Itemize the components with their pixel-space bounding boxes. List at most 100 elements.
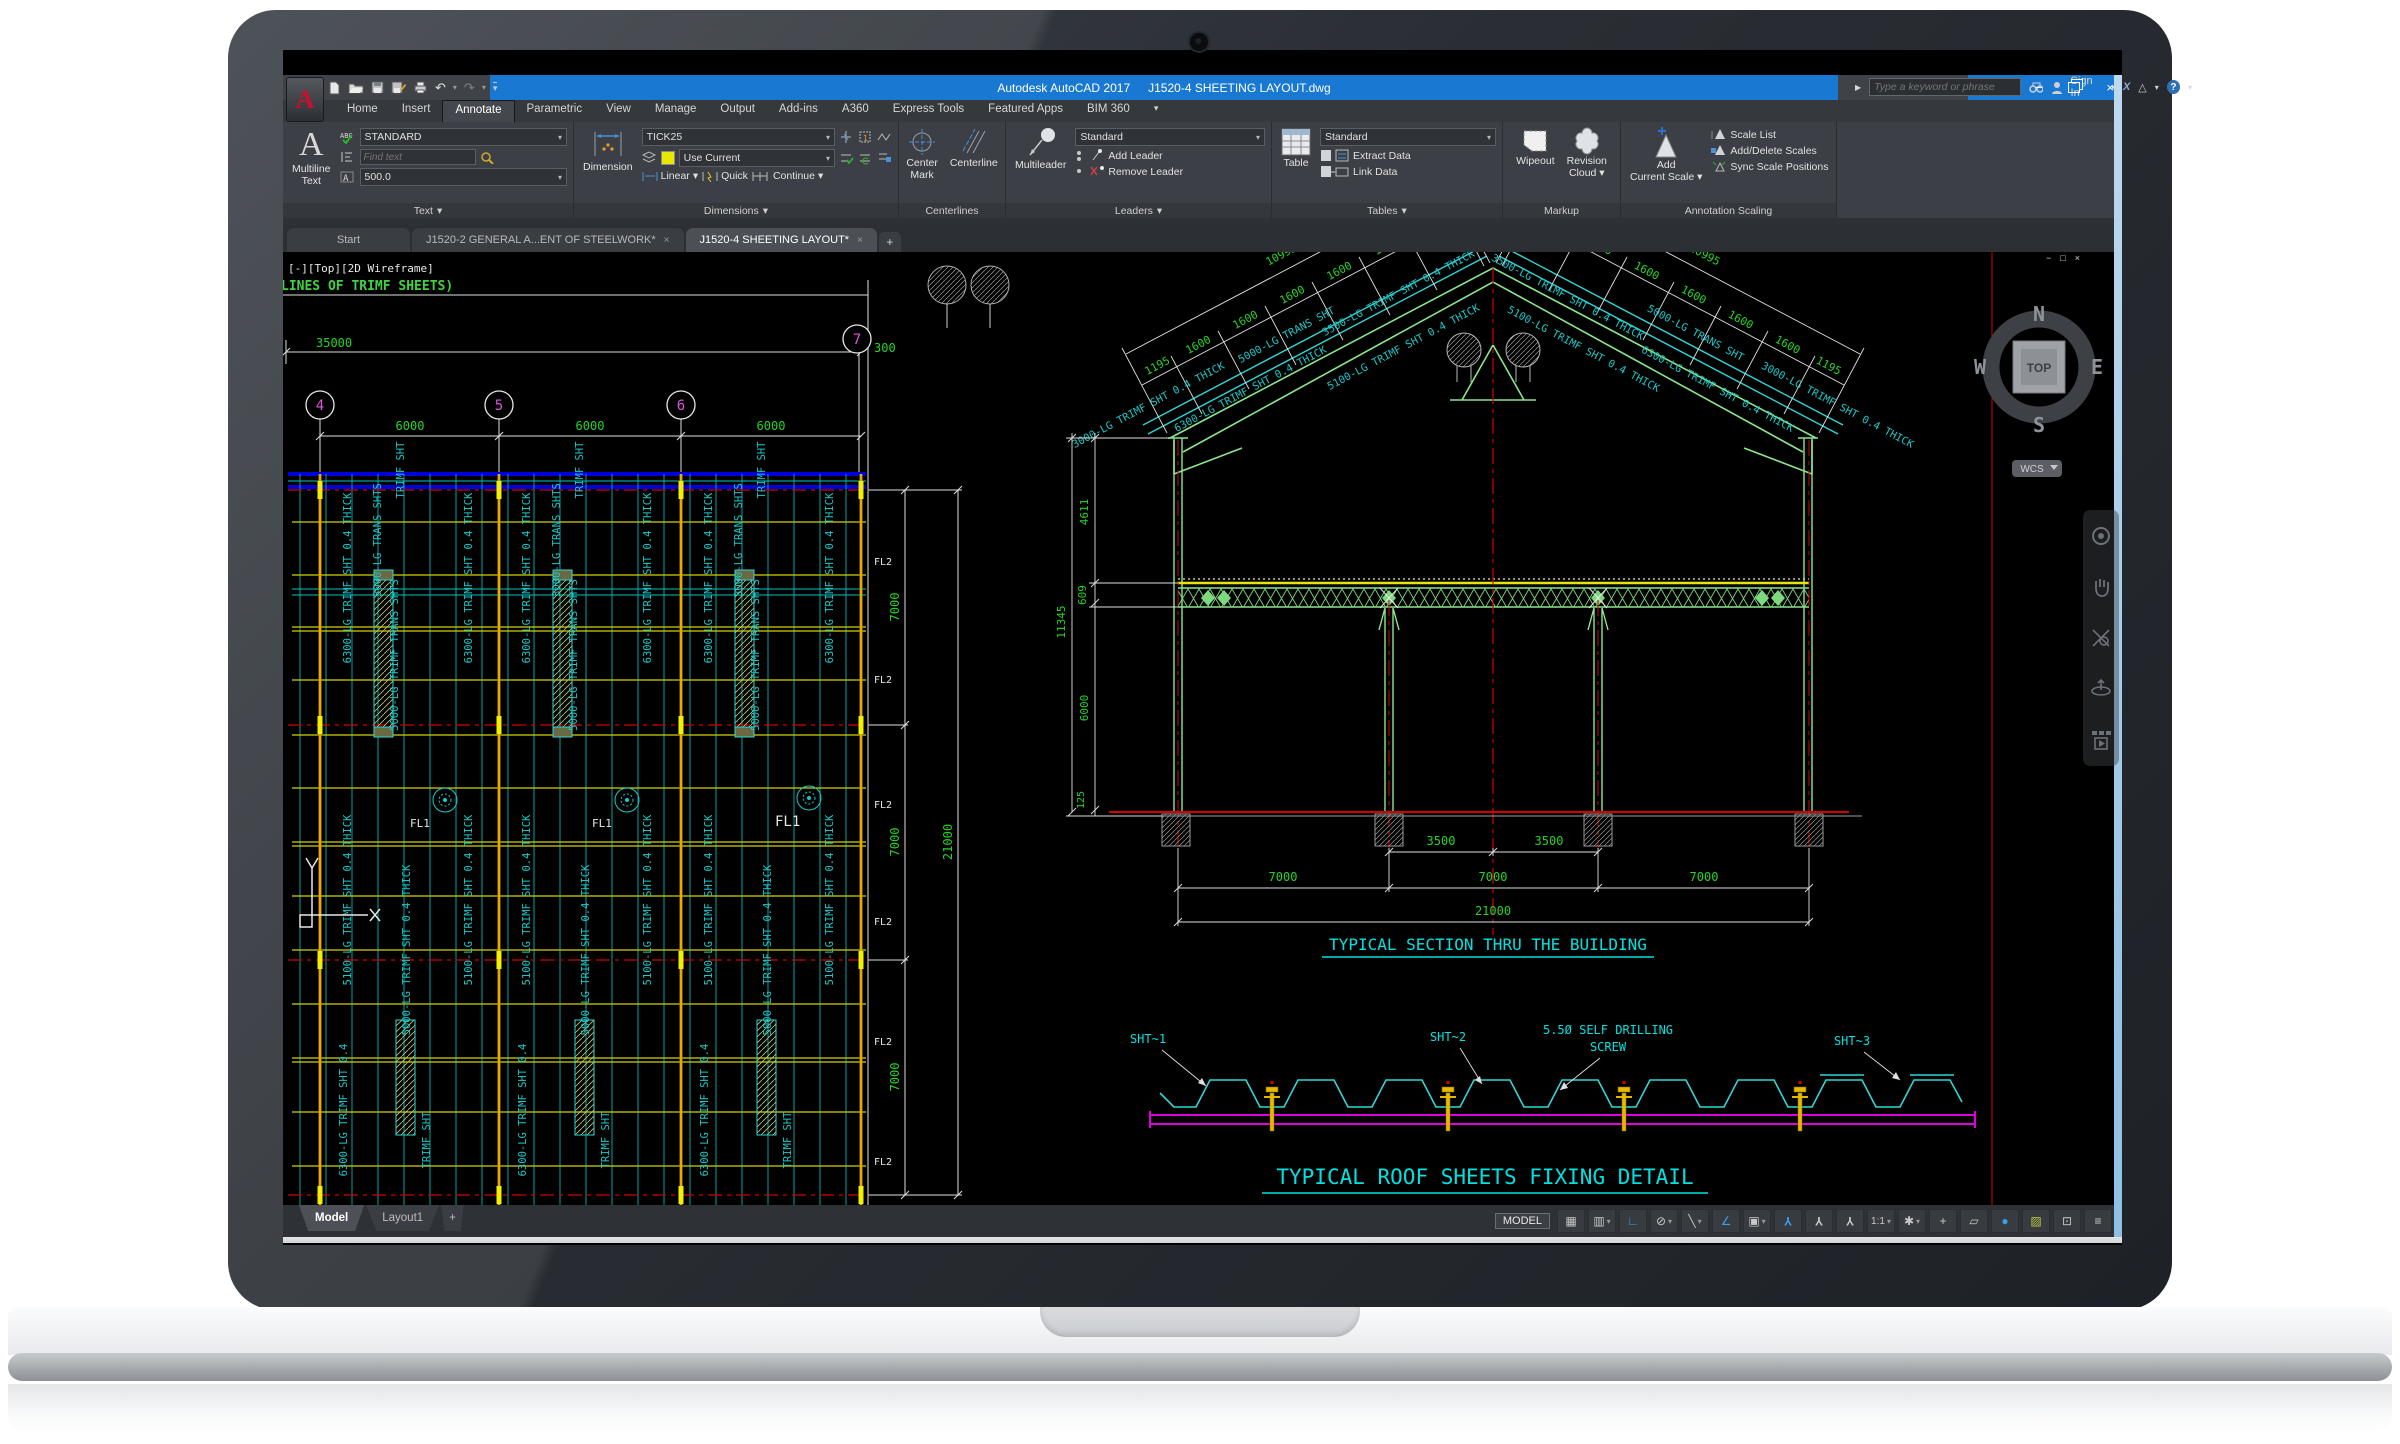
continue-dim-button[interactable]: Continue▾ [752, 170, 823, 182]
exchange-apps-icon[interactable]: X [2123, 81, 2130, 93]
panel-label-tables[interactable]: Tables▾ [1272, 203, 1502, 218]
orbit-icon[interactable] [2090, 678, 2112, 700]
panel-label-leaders[interactable]: Leaders▾ [1006, 203, 1271, 218]
text-style-combo[interactable]: STANDARD▾ [360, 128, 567, 146]
file-tab-steelwork[interactable]: J1520-2 GENERAL A...ENT OF STEELWORK*× [412, 228, 684, 252]
viewcube[interactable]: TOP N S W E WCS [1970, 295, 2110, 495]
multileader-button[interactable]: Multileader [1012, 126, 1069, 203]
pan-icon[interactable] [2090, 576, 2112, 598]
vp-close-icon[interactable]: × [2075, 253, 2080, 263]
status-menu-icon[interactable]: ≡ [2084, 1209, 2112, 1233]
panel-label-markup[interactable]: Markup [1503, 203, 1620, 218]
wcs-dropdown[interactable]: WCS [2012, 460, 2062, 477]
isolate-objects-icon[interactable]: ▱ [1960, 1209, 1988, 1233]
file-tab-sheeting[interactable]: J1520-4 SHEETING LAYOUT*× [686, 228, 877, 252]
isodraft-icon[interactable]: ╲▾ [1681, 1209, 1709, 1233]
plot-icon[interactable] [413, 81, 428, 94]
layout1-tab[interactable]: Layout1 [366, 1205, 439, 1231]
qat-customize-icon[interactable]: ▾ [493, 82, 498, 94]
close-tab-icon[interactable]: × [857, 235, 863, 246]
model-tab[interactable]: Model [299, 1205, 364, 1231]
vp-restore-icon[interactable]: □ [2060, 253, 2065, 263]
tab-output[interactable]: Output [708, 100, 767, 122]
revision-cloud-button[interactable]: RevisionCloud ▾ [1564, 126, 1610, 203]
add-current-scale-button[interactable]: AddCurrent Scale ▾ [1627, 126, 1705, 203]
tab-bim360[interactable]: BIM 360 [1075, 100, 1142, 122]
text-height-combo[interactable]: 500.0▾ [360, 168, 567, 186]
dim-layer-combo[interactable]: Use Current▾ [679, 149, 835, 167]
center-mark-button[interactable]: CenterMark [903, 126, 941, 203]
add-delete-scales-button[interactable]: Add/Delete Scales [1711, 144, 1830, 157]
tab-view[interactable]: View [594, 100, 643, 122]
quick-dim-button[interactable]: Quick [702, 170, 748, 182]
table-button[interactable]: Table [1278, 126, 1314, 203]
nav-wheel-icon[interactable] [2090, 525, 2112, 547]
sync-scale-positions-button[interactable]: Sync Scale Positions [1711, 160, 1830, 173]
autoscale-icon[interactable]: Y [1805, 1209, 1833, 1233]
multiline-text-button[interactable]: A MultilineText [289, 126, 334, 203]
drawing-canvas[interactable]: [-][Top][2D Wireframe] LINES OF TRIMF SH… [283, 252, 2122, 1205]
close-button[interactable]: × [2106, 80, 2114, 95]
a360-dropdown-icon[interactable]: ▾ [2155, 83, 2159, 92]
add-layout-button[interactable]: + [441, 1205, 464, 1231]
tab-manage[interactable]: Manage [643, 100, 709, 122]
save-icon[interactable] [371, 81, 384, 94]
trusted-autodesk-icon[interactable]: ▨ [2022, 1209, 2050, 1233]
dim-check-icon[interactable] [839, 151, 854, 165]
linear-dim-button[interactable]: Linear▾ [642, 170, 698, 182]
clean-screen-icon[interactable]: ⊡ [2053, 1209, 2081, 1233]
dim-adjust-icon[interactable]: 1 [858, 130, 873, 144]
undo-dropdown-icon[interactable]: ▾ [453, 83, 457, 92]
tab-featured-apps[interactable]: Featured Apps [976, 100, 1075, 122]
new-file-icon[interactable] [328, 81, 341, 95]
annotation-scale-icon[interactable]: Y [1836, 1209, 1864, 1233]
panel-label-dimensions[interactable]: Dimensions▾ [574, 203, 898, 218]
ortho-icon[interactable]: ∟ [1619, 1209, 1647, 1233]
redo-icon[interactable]: ↷ [464, 80, 475, 96]
help-icon[interactable]: ? [2167, 80, 2180, 94]
close-tab-icon[interactable]: × [664, 235, 670, 246]
grid-icon[interactable]: ▥▾ [1588, 1209, 1616, 1233]
panel-label-annotation-scaling[interactable]: Annotation Scaling [1621, 203, 1836, 218]
dim-update-icon[interactable] [858, 151, 873, 165]
wipeout-button[interactable]: Wipeout [1513, 126, 1558, 203]
a360-icon[interactable]: △ [2138, 81, 2146, 94]
spell-check-icon[interactable]: ABC [340, 130, 356, 144]
panel-label-centerlines[interactable]: Centerlines [899, 203, 1005, 218]
tab-insert[interactable]: Insert [390, 100, 443, 122]
tab-express-tools[interactable]: Express Tools [881, 100, 976, 122]
leader-style-combo[interactable]: Standard▾ [1075, 128, 1265, 146]
model-space-button[interactable]: MODEL [1495, 1213, 1550, 1229]
open-file-icon[interactable] [348, 81, 364, 94]
tab-addins[interactable]: Add-ins [767, 100, 830, 122]
new-drawing-tab-button[interactable]: + [879, 232, 901, 252]
search-arrow-icon[interactable]: ▶ [1855, 83, 1861, 92]
file-tab-start[interactable]: Start [287, 228, 410, 252]
add-leader-button[interactable]: Add Leader [1075, 149, 1265, 162]
annotation-visibility-icon[interactable]: Y [1774, 1209, 1802, 1233]
vp-minimize-icon[interactable]: − [2046, 253, 2051, 263]
dim-jog-icon[interactable] [877, 130, 892, 144]
panel-label-text[interactable]: Text▾ [283, 203, 573, 218]
ribbon-options-icon[interactable]: ▾ [1142, 100, 1171, 122]
tab-home[interactable]: Home [335, 100, 390, 122]
minimize-button[interactable]: − [2035, 80, 2043, 95]
scale-value[interactable]: 1:1▾ [1867, 1209, 1895, 1233]
dim-style-combo[interactable]: TICK25▾ [642, 128, 835, 146]
viewcube-south[interactable]: S [2033, 413, 2045, 437]
find-text-input[interactable] [360, 149, 476, 165]
dim-override-icon[interactable] [877, 151, 892, 165]
text-align-icon[interactable] [340, 150, 356, 164]
table-style-combo[interactable]: Standard▾ [1320, 128, 1496, 146]
viewport-controls[interactable]: [-][Top][2D Wireframe] [288, 262, 434, 275]
osnap-angle-icon[interactable]: ∠ [1712, 1209, 1740, 1233]
zoom-icon[interactable] [2090, 627, 2112, 649]
workspace-gear-icon[interactable]: ✱▾ [1898, 1209, 1926, 1233]
tab-a360[interactable]: A360 [830, 100, 881, 122]
osnap-icon[interactable]: ▣▾ [1743, 1209, 1771, 1233]
help-dropdown-icon[interactable]: ▾ [2188, 83, 2192, 92]
remove-leader-button[interactable]: Remove Leader [1075, 165, 1265, 178]
viewcube-west[interactable]: W [1974, 355, 1987, 379]
dimension-button[interactable]: Dimension [580, 126, 636, 203]
centerline-button[interactable]: Centerline [947, 126, 1001, 203]
